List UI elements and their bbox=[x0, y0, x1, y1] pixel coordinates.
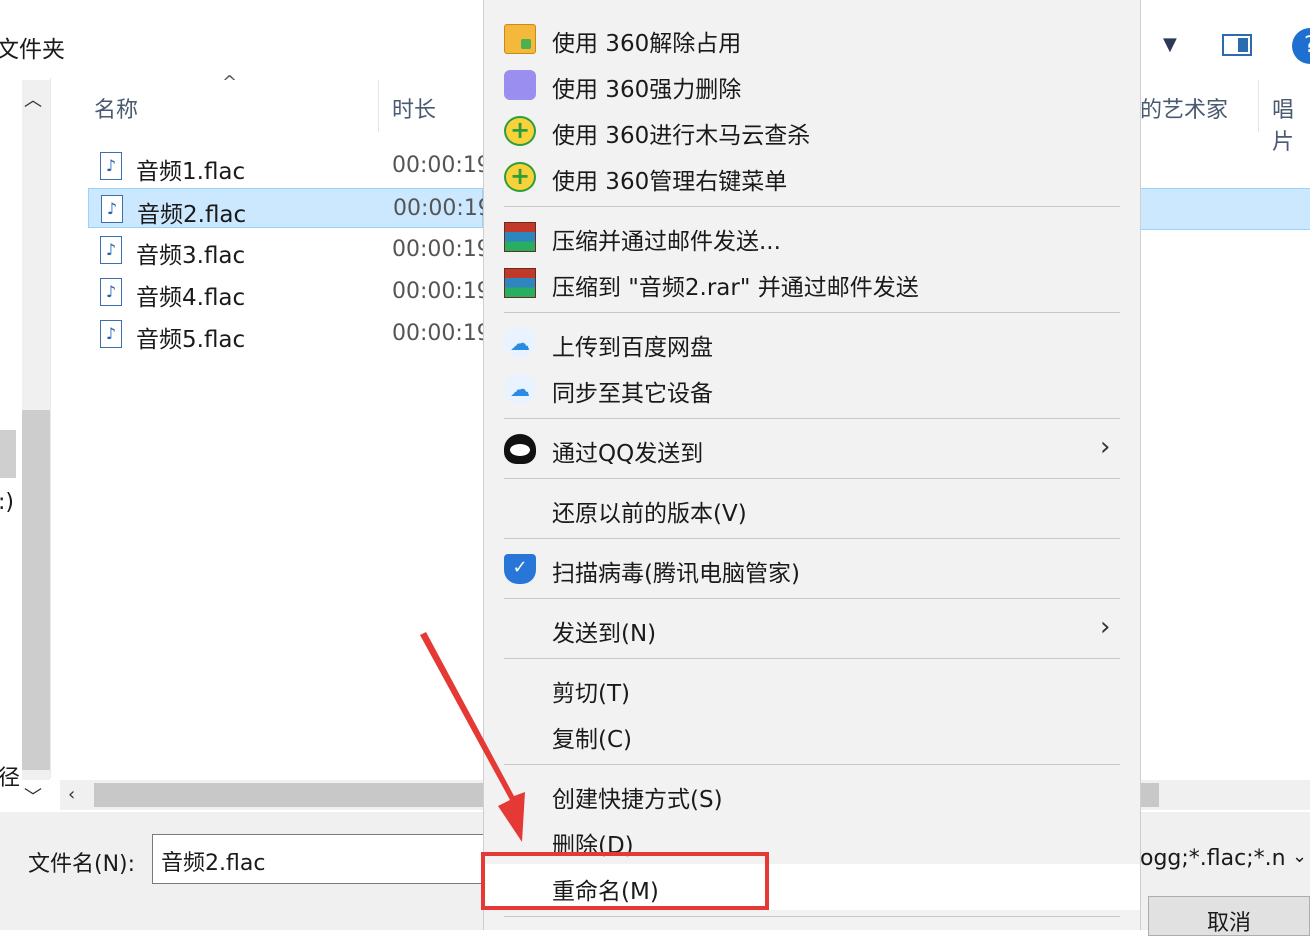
menu-item-label: 扫描病毒(腾讯电脑管家) bbox=[552, 561, 800, 587]
menu-item-label: 使用 360强力删除 bbox=[552, 77, 742, 103]
file-row[interactable]: ♪ 音频5.flac 00:00:19 bbox=[88, 314, 491, 354]
360-plus-icon: + bbox=[504, 116, 536, 146]
menu-item-360-force-delete[interactable]: 使用 360强力删除 bbox=[484, 62, 1140, 108]
baidu-netdisk-icon: ☁ bbox=[504, 374, 536, 404]
menu-item-label: 通过QQ发送到 bbox=[552, 441, 704, 467]
menu-item-virus-scan[interactable]: ✓ 扫描病毒(腾讯电脑管家) bbox=[484, 546, 1140, 592]
menu-item-sync-devices[interactable]: ☁ 同步至其它设备 bbox=[484, 366, 1140, 412]
menu-item-label: 使用 360解除占用 bbox=[552, 31, 742, 57]
puzzle-icon bbox=[504, 70, 536, 100]
column-header-artist[interactable]: 的艺术家 bbox=[1140, 92, 1228, 124]
audio-file-icon: ♪ bbox=[101, 195, 123, 223]
file-name: 音频1.flac bbox=[136, 159, 246, 185]
file-row[interactable]: ♪ 音频4.flac 00:00:19 bbox=[88, 272, 491, 312]
menu-item-upload-baidu[interactable]: ☁ 上传到百度网盘 bbox=[484, 320, 1140, 366]
menu-item-label: 创建快捷方式(S) bbox=[552, 787, 723, 813]
annotation-highlight-box bbox=[481, 852, 769, 910]
column-header-name[interactable]: 名称 bbox=[94, 92, 138, 124]
column-divider[interactable] bbox=[378, 80, 379, 132]
sort-ascending-icon: ^ bbox=[222, 72, 238, 93]
menu-item-label: 压缩到 "音频2.rar" 并通过邮件发送 bbox=[552, 275, 919, 301]
menu-item-label: 发送到(N) bbox=[552, 621, 657, 647]
baidu-netdisk-icon: ☁ bbox=[504, 328, 536, 358]
menu-item-label: 还原以前的版本(V) bbox=[552, 501, 747, 527]
menu-separator bbox=[504, 206, 1120, 207]
menu-item-compress-rar-email[interactable]: 压缩到 "音频2.rar" 并通过邮件发送 bbox=[484, 260, 1140, 306]
menu-separator bbox=[504, 764, 1120, 765]
cancel-button[interactable]: 取消 bbox=[1148, 896, 1310, 936]
audio-file-icon: ♪ bbox=[100, 236, 122, 264]
selected-row-highlight bbox=[1140, 188, 1310, 230]
scroll-down-icon[interactable]: ﹀ bbox=[24, 783, 42, 809]
menu-item-label: 剪切(T) bbox=[552, 681, 630, 707]
menu-item-360-unlock[interactable]: 使用 360解除占用 bbox=[484, 16, 1140, 62]
column-header-duration[interactable]: 时长 bbox=[392, 92, 436, 124]
winrar-icon bbox=[504, 222, 536, 252]
menu-item-360-manage-menu[interactable]: + 使用 360管理右键菜单 bbox=[484, 154, 1140, 200]
menu-item-360-trojan-scan[interactable]: + 使用 360进行木马云查杀 bbox=[484, 108, 1140, 154]
file-type-filter[interactable]: ogg;*.flac;*.n bbox=[1140, 846, 1286, 871]
menu-item-compress-email[interactable]: 压缩并通过邮件发送... bbox=[484, 214, 1140, 260]
audio-file-icon: ♪ bbox=[100, 278, 122, 306]
nav-selected-item[interactable] bbox=[0, 430, 16, 478]
breadcrumb[interactable]: 文件夹 bbox=[0, 30, 65, 64]
view-dropdown-icon[interactable]: ▼ bbox=[1163, 34, 1177, 55]
chevron-down-icon[interactable]: ⌄ bbox=[1292, 846, 1307, 867]
menu-separator bbox=[504, 418, 1120, 419]
menu-item-cut[interactable]: 剪切(T) bbox=[484, 666, 1140, 712]
menu-item-send-via-qq[interactable]: 通过QQ发送到 › bbox=[484, 426, 1140, 472]
file-duration: 00:00:19 bbox=[392, 237, 491, 262]
menu-item-label: 同步至其它设备 bbox=[552, 381, 713, 407]
tencent-shield-icon: ✓ bbox=[504, 554, 536, 584]
column-header-album[interactable]: 唱片 bbox=[1272, 92, 1310, 156]
file-duration: 00:00:19 bbox=[392, 153, 491, 178]
menu-item-label: 使用 360管理右键菜单 bbox=[552, 169, 788, 195]
file-row[interactable]: ♪ 音频3.flac 00:00:19 bbox=[88, 230, 491, 270]
nav-item-label[interactable]: 径 bbox=[0, 760, 20, 792]
menu-item-restore-versions[interactable]: 还原以前的版本(V) bbox=[484, 486, 1140, 532]
menu-item-label: 上传到百度网盘 bbox=[552, 335, 713, 361]
menu-separator bbox=[504, 598, 1120, 599]
preview-pane-icon[interactable] bbox=[1222, 34, 1252, 56]
menu-separator bbox=[504, 312, 1120, 313]
scroll-left-icon[interactable]: ‹ bbox=[68, 784, 75, 805]
filename-label: 文件名(N): bbox=[28, 852, 136, 877]
file-duration: 00:00:19 bbox=[392, 279, 491, 304]
file-name: 音频4.flac bbox=[136, 285, 246, 311]
menu-item-send-to[interactable]: 发送到(N) › bbox=[484, 606, 1140, 652]
nav-item-label[interactable]: :) bbox=[0, 490, 14, 515]
menu-item-create-shortcut[interactable]: 创建快捷方式(S) bbox=[484, 772, 1140, 818]
qq-icon bbox=[504, 434, 536, 464]
nav-scrollbar-thumb[interactable] bbox=[22, 410, 50, 770]
annotation-arrow-icon bbox=[420, 632, 525, 842]
column-divider[interactable] bbox=[1258, 80, 1259, 132]
context-menu: 使用 360解除占用 使用 360强力删除 + 使用 360进行木马云查杀 + … bbox=[483, 0, 1141, 930]
file-name: 音频3.flac bbox=[136, 243, 246, 269]
menu-separator bbox=[504, 478, 1120, 479]
file-duration: 00:00:19 bbox=[393, 196, 492, 221]
audio-file-icon: ♪ bbox=[100, 320, 122, 348]
menu-item-copy[interactable]: 复制(C) bbox=[484, 712, 1140, 758]
file-duration: 00:00:19 bbox=[392, 321, 491, 346]
menu-separator bbox=[504, 916, 1120, 917]
menu-item-label: 复制(C) bbox=[552, 727, 633, 753]
audio-file-icon: ♪ bbox=[100, 152, 122, 180]
chevron-right-icon: › bbox=[1100, 612, 1111, 642]
360-plus-icon: + bbox=[504, 162, 536, 192]
folder-unlock-icon bbox=[504, 24, 536, 54]
menu-separator bbox=[504, 658, 1120, 659]
file-row[interactable]: ♪ 音频2.flac 00:00:19 bbox=[88, 188, 492, 228]
menu-separator bbox=[504, 538, 1120, 539]
menu-item-label: 压缩并通过邮件发送... bbox=[552, 229, 781, 255]
file-row[interactable]: ♪ 音频1.flac 00:00:19 bbox=[88, 146, 491, 186]
menu-item-label: 使用 360进行木马云查杀 bbox=[552, 123, 811, 149]
scroll-up-icon[interactable]: ︿ bbox=[24, 86, 42, 112]
chevron-right-icon: › bbox=[1100, 432, 1111, 462]
file-name: 音频5.flac bbox=[136, 327, 246, 353]
file-name: 音频2.flac bbox=[137, 202, 247, 228]
winrar-icon bbox=[504, 268, 536, 298]
